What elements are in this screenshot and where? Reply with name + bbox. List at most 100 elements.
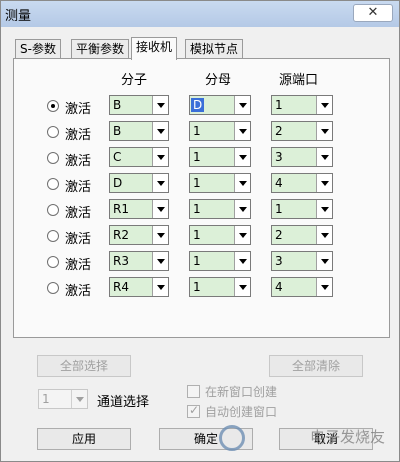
numerator-value: R3	[113, 254, 129, 268]
title-bar: 测量 ✕	[1, 1, 399, 27]
chevron-down-icon	[152, 200, 168, 218]
apply-button[interactable]: 应用	[37, 428, 131, 450]
activate-label: 激活	[65, 206, 92, 221]
activate-radio[interactable]	[47, 100, 59, 112]
chevron-down-icon	[316, 252, 332, 270]
receiver-row: 激活 D 1 4	[1, 173, 400, 195]
receiver-row: 激活 B 1 2	[1, 121, 400, 143]
source-port-select[interactable]: 2	[271, 225, 333, 245]
denominator-select[interactable]: 1	[189, 173, 251, 193]
tab-simulated-nodes[interactable]: 模拟节点	[185, 39, 244, 59]
numerator-select[interactable]: R2	[109, 225, 169, 245]
receiver-row: 激活 R3 1 3	[1, 251, 400, 273]
chevron-down-icon	[152, 174, 168, 192]
chevron-down-icon	[316, 278, 332, 296]
chevron-down-icon	[152, 278, 168, 296]
chevron-down-icon	[316, 148, 332, 166]
source-port-value: 3	[275, 150, 283, 164]
source-port-select[interactable]: 1	[271, 199, 333, 219]
chevron-down-icon	[234, 148, 250, 166]
new-window-checkbox[interactable]	[187, 385, 200, 398]
source-port-value: 4	[275, 280, 283, 294]
chevron-down-icon	[152, 226, 168, 244]
activate-label: 激活	[65, 154, 92, 169]
chevron-down-icon	[316, 96, 332, 114]
numerator-value: D	[113, 176, 123, 190]
clear-all-button[interactable]: 全部清除	[269, 355, 363, 377]
chevron-down-icon	[234, 226, 250, 244]
chevron-down-icon	[152, 96, 168, 114]
denominator-select[interactable]: 1	[189, 121, 251, 141]
channel-value: 1	[42, 392, 50, 406]
numerator-select[interactable]: R1	[109, 199, 169, 219]
source-port-value: 1	[275, 202, 283, 216]
chevron-down-icon	[152, 122, 168, 140]
activate-label: 激活	[65, 284, 92, 299]
tab-balanced-params[interactable]: 平衡参数	[71, 39, 130, 59]
source-port-select[interactable]: 2	[271, 121, 333, 141]
tab-s-params[interactable]: S-参数	[15, 39, 61, 59]
activate-radio[interactable]	[47, 256, 59, 268]
denominator-select[interactable]: D	[189, 95, 251, 115]
receiver-row: 激活 R1 1 1	[1, 199, 400, 221]
denominator-value: 1	[193, 124, 201, 138]
chevron-down-icon	[234, 278, 250, 296]
chevron-down-icon	[234, 174, 250, 192]
activate-radio[interactable]	[47, 152, 59, 164]
channel-select-label: 通道选择	[97, 395, 150, 410]
close-icon: ✕	[367, 5, 379, 20]
source-port-value: 1	[275, 98, 283, 112]
close-button[interactable]: ✕	[353, 4, 393, 22]
activate-label: 激活	[65, 258, 92, 273]
source-port-select[interactable]: 4	[271, 277, 333, 297]
source-port-select[interactable]: 1	[271, 95, 333, 115]
column-header-denominator: 分母	[205, 73, 232, 88]
chevron-down-icon	[152, 148, 168, 166]
new-window-label: 在新窗口创建	[205, 385, 278, 399]
chevron-down-icon	[316, 200, 332, 218]
numerator-select[interactable]: B	[109, 95, 169, 115]
numerator-value: B	[113, 124, 122, 138]
denominator-value: 1	[193, 280, 201, 294]
numerator-value: C	[113, 150, 122, 164]
activate-radio[interactable]	[47, 126, 59, 138]
window-title: 测量	[5, 9, 32, 24]
source-port-select[interactable]: 3	[271, 251, 333, 271]
chevron-down-icon	[316, 174, 332, 192]
chevron-down-icon	[234, 122, 250, 140]
tab-receiver[interactable]: 接收机	[131, 37, 178, 60]
channel-select[interactable]: 1	[38, 389, 88, 409]
column-header-numerator: 分子	[121, 73, 148, 88]
activate-label: 激活	[65, 102, 92, 117]
source-port-select[interactable]: 4	[271, 173, 333, 193]
numerator-value: R1	[113, 202, 129, 216]
denominator-select[interactable]: 1	[189, 147, 251, 167]
chevron-down-icon	[234, 252, 250, 270]
select-all-button[interactable]: 全部选择	[37, 355, 131, 377]
activate-radio[interactable]	[47, 204, 59, 216]
numerator-value: B	[113, 98, 122, 112]
activate-radio[interactable]	[47, 178, 59, 190]
numerator-select[interactable]: D	[109, 173, 169, 193]
auto-create-checkbox[interactable]	[187, 403, 200, 418]
activate-label: 激活	[65, 128, 92, 143]
source-port-value: 2	[275, 228, 283, 242]
auto-create-label: 自动创建窗口	[205, 405, 278, 419]
activate-radio[interactable]	[47, 230, 59, 242]
denominator-value: D	[191, 98, 205, 112]
numerator-select[interactable]: C	[109, 147, 169, 167]
source-port-select[interactable]: 3	[271, 147, 333, 167]
chevron-down-icon	[234, 200, 250, 218]
denominator-value: 1	[193, 150, 201, 164]
denominator-select[interactable]: 1	[189, 277, 251, 297]
activate-radio[interactable]	[47, 282, 59, 294]
numerator-select[interactable]: R4	[109, 277, 169, 297]
source-port-value: 3	[275, 254, 283, 268]
denominator-select[interactable]: 1	[189, 251, 251, 271]
denominator-value: 1	[193, 202, 201, 216]
denominator-select[interactable]: 1	[189, 225, 251, 245]
denominator-select[interactable]: 1	[189, 199, 251, 219]
receiver-row: 激活 R4 1 4	[1, 277, 400, 299]
numerator-select[interactable]: B	[109, 121, 169, 141]
numerator-select[interactable]: R3	[109, 251, 169, 271]
